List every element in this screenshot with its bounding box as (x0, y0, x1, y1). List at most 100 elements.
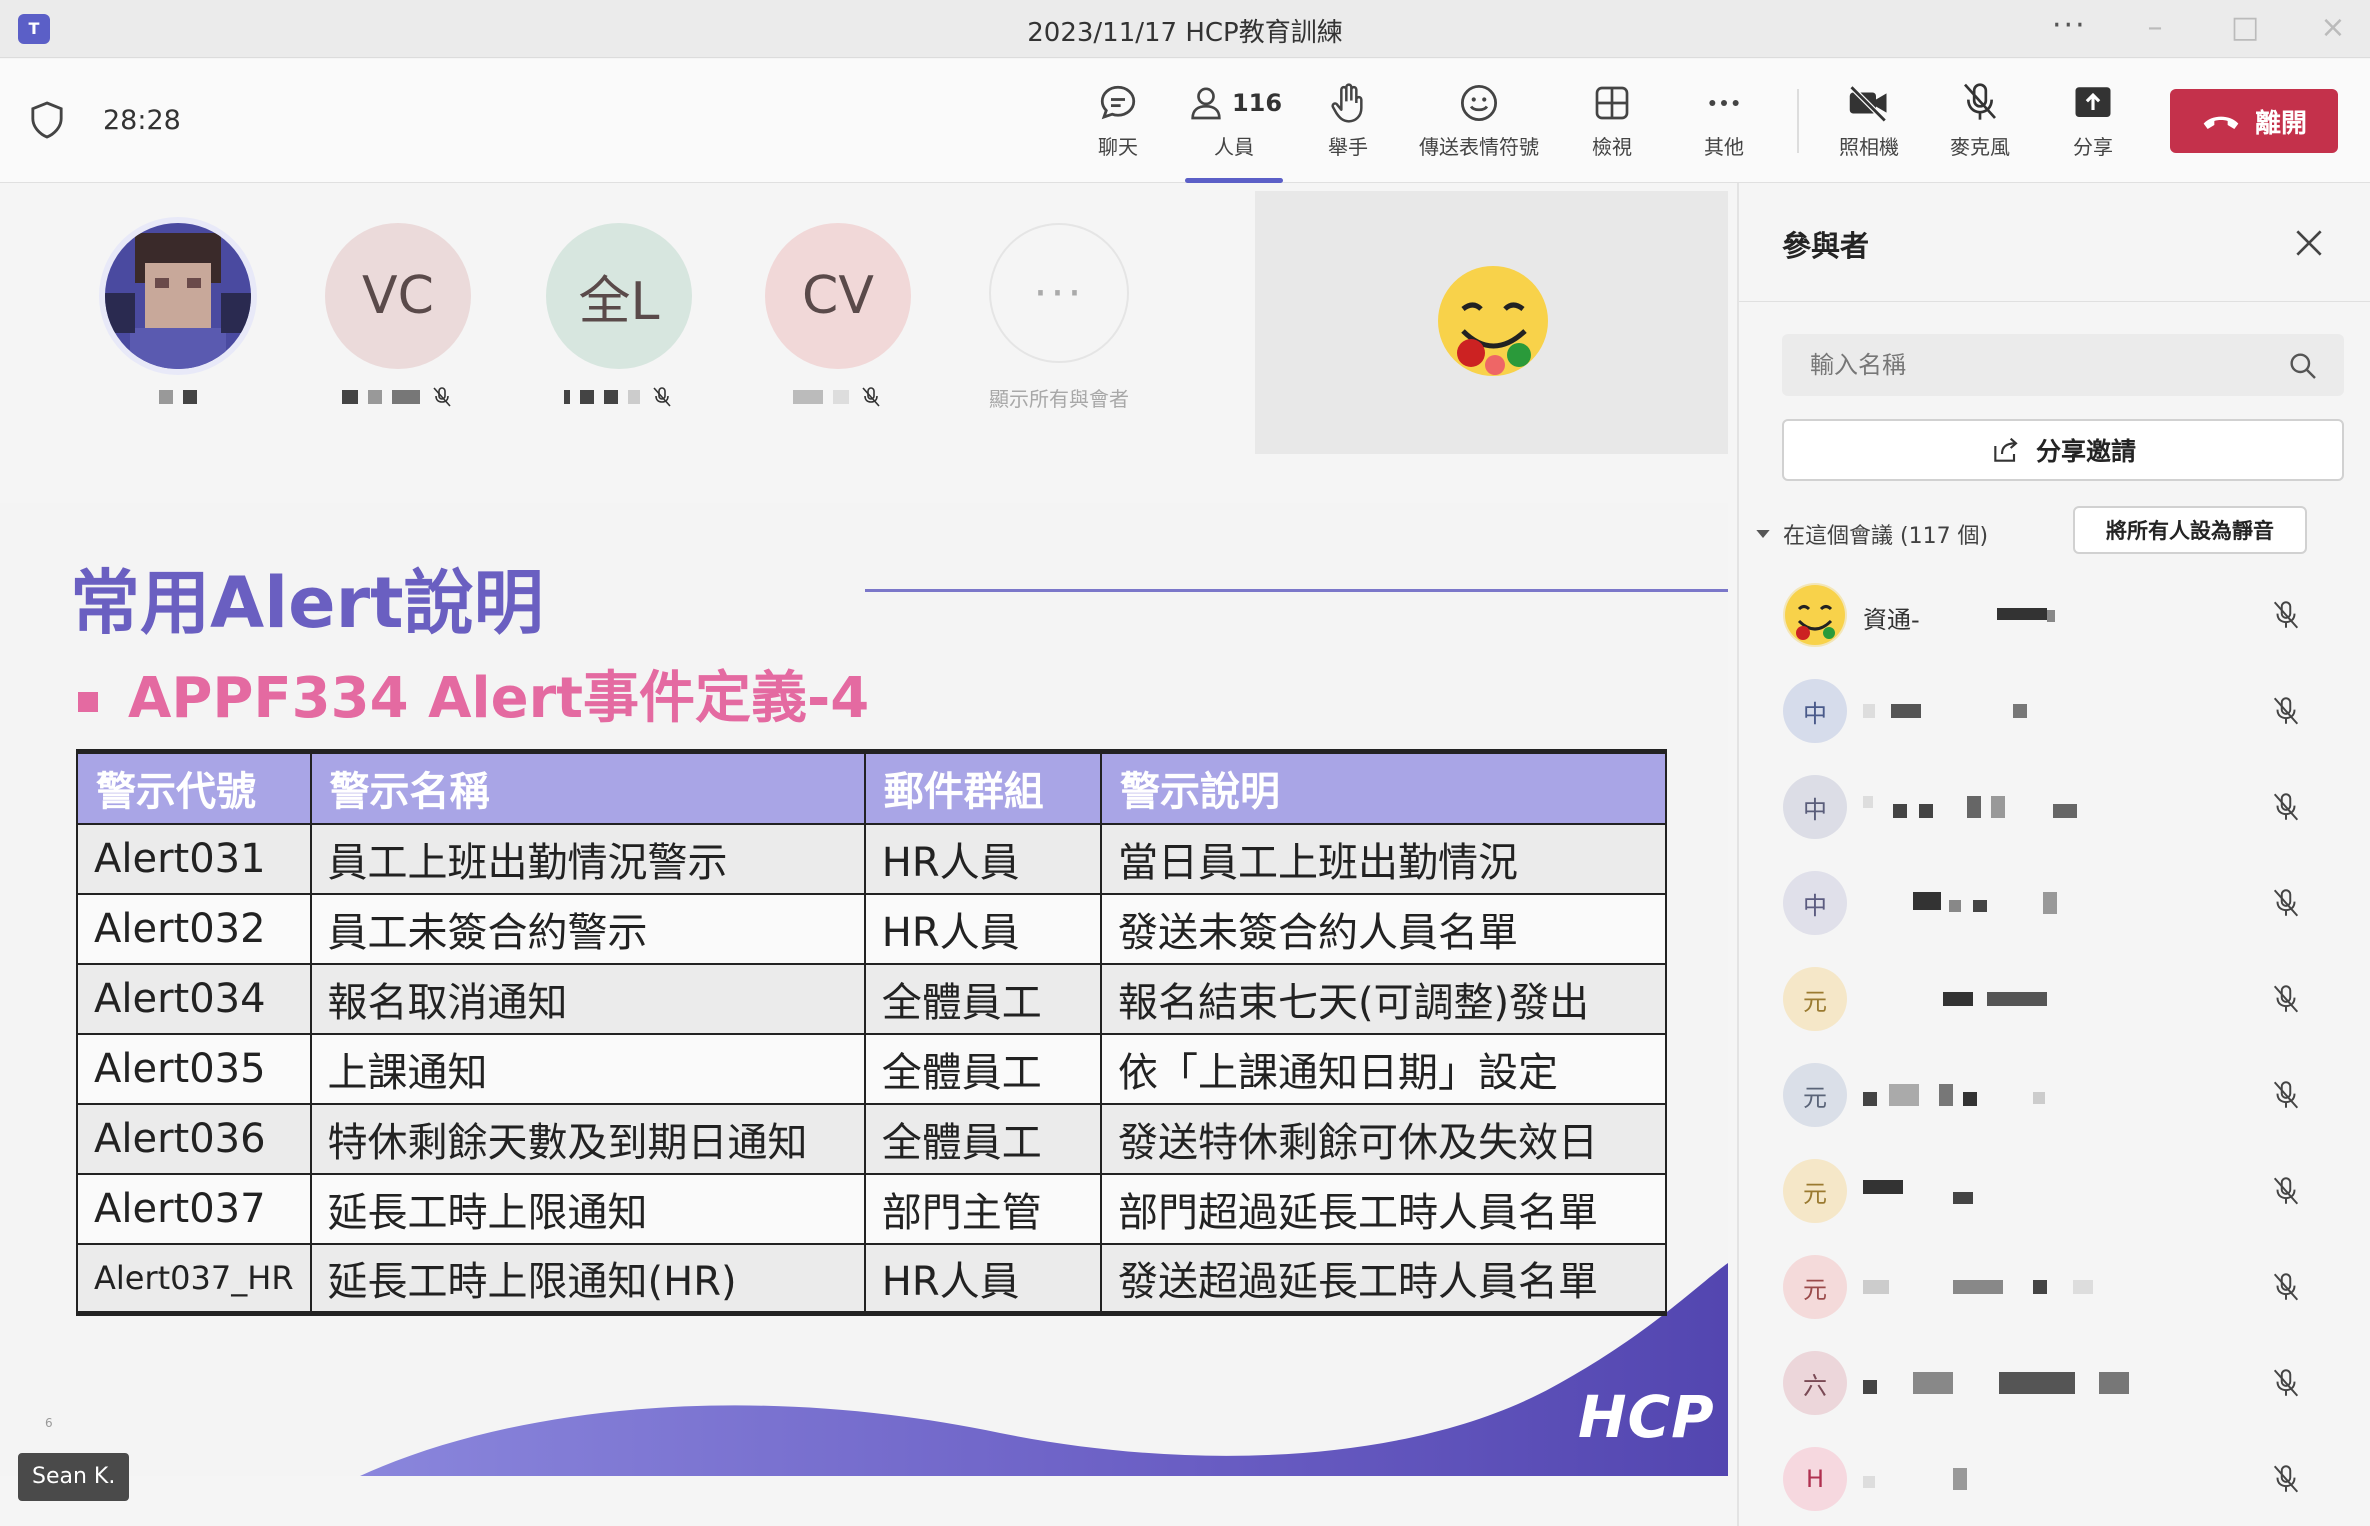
mic-off-icon (2273, 601, 2299, 629)
panel-title: 參與者 (1782, 229, 1870, 263)
mute-all-button[interactable]: 將所有人設為靜音 (2073, 506, 2307, 554)
more-actions-button[interactable]: 其他 (1694, 79, 1754, 171)
table-cell: HR人員 (863, 1242, 1102, 1316)
maximize-icon[interactable]: □ (2225, 10, 2265, 46)
hcp-logo: HCP (1578, 1383, 1715, 1451)
share-label: 分享 (2073, 135, 2113, 159)
table-cell: HR人員 (863, 822, 1102, 895)
masked-name (1863, 1372, 2163, 1394)
search-icon[interactable] (2287, 350, 2319, 382)
masked-name (1997, 604, 2297, 626)
list-item[interactable]: 元 (1739, 1142, 2370, 1238)
masked-participant-name (519, 387, 719, 407)
leave-button[interactable]: 離開 (2170, 89, 2338, 153)
masked-name (1863, 1276, 2163, 1298)
list-item[interactable]: 中 (1739, 854, 2370, 950)
share-screen-button[interactable]: 分享 (2058, 79, 2128, 171)
list-item[interactable]: 元 (1739, 950, 2370, 1046)
close-window-icon[interactable]: × (2313, 10, 2353, 46)
more-label: 其他 (1704, 135, 1744, 159)
mic-toggle-button[interactable]: 麥克風 (1945, 79, 2015, 171)
participant-initials: VC (362, 266, 434, 326)
in-meeting-label: 在這個會議 (117 個) (1783, 524, 1989, 549)
more-options-icon[interactable]: ··· (2052, 8, 2087, 43)
mic-off-icon (2273, 697, 2299, 725)
list-item[interactable]: 六 (1739, 1334, 2370, 1430)
view-button[interactable]: 檢視 (1582, 79, 1642, 171)
table-row: Alert032 員工未簽合約警示 HR人員 發送未簽合約人員名單 (76, 892, 1668, 965)
masked-name (1863, 1180, 2163, 1204)
masked-name (1863, 1468, 2163, 1490)
masked-name (1863, 1084, 2163, 1106)
table-cell: 全體員工 (863, 1102, 1102, 1175)
gallery-participant-2[interactable]: VC (298, 223, 498, 407)
participant-list: 資通- 中 中 中 元 元 元 元 六 H (1739, 566, 2370, 1526)
table-row: Alert036 特休剩餘天數及到期日通知 全體員工 發送特休剩餘可休及失效日 (76, 1102, 1668, 1175)
gallery-participant-1[interactable] (78, 223, 278, 407)
mic-off-icon (653, 387, 671, 407)
chat-label: 聊天 (1098, 135, 1138, 159)
table-cell: Alert036 (76, 1102, 312, 1175)
table-cell: Alert032 (76, 892, 312, 965)
in-meeting-section-toggle[interactable]: 在這個會議 (117 個) (1755, 518, 1988, 550)
mic-off-icon (2273, 1369, 2299, 1397)
shared-presentation-slide: 常用Alert說明 APPF334 Alert事件定義-4 警示代號 警示名稱 … (0, 503, 1728, 1476)
list-item[interactable]: H (1739, 1430, 2370, 1526)
table-cell: 部門主管 (863, 1172, 1102, 1245)
shield-icon[interactable] (30, 101, 64, 139)
people-button[interactable]: 116 人員 (1185, 79, 1283, 183)
mic-off-icon (2273, 889, 2299, 917)
list-item[interactable]: 中 (1739, 662, 2370, 758)
show-all-participants-button[interactable]: ··· 顯示所有與會者 (959, 223, 1159, 412)
gallery-participant-4[interactable]: CV (738, 223, 938, 407)
alert-definition-table: 警示代號 警示名稱 郵件群組 警示說明 Alert031 員工上班出勤情況警示 HR… (76, 749, 1668, 1316)
mic-off-icon (2273, 793, 2299, 821)
close-icon[interactable] (2289, 223, 2329, 263)
list-item[interactable]: 資通- (1739, 566, 2370, 662)
chat-icon (1100, 85, 1136, 120)
table-cell: 發送特休剩餘可休及失效日 (1099, 1102, 1668, 1175)
list-item[interactable]: 元 (1739, 1238, 2370, 1334)
masked-participant-name (738, 387, 938, 407)
slide-page-number: 6 (45, 1416, 53, 1430)
bullet-icon (78, 691, 98, 712)
camera-off-icon (1849, 85, 1887, 123)
table-cell: Alert034 (76, 962, 312, 1035)
raise-hand-label: 舉手 (1328, 135, 1368, 159)
share-invite-button[interactable]: 分享邀請 (1782, 419, 2344, 481)
gallery-participant-3[interactable]: 全L (519, 223, 719, 407)
participant-avatar: VC (325, 223, 471, 369)
minimize-icon[interactable]: – (2135, 10, 2175, 46)
chevron-down-icon (1756, 530, 1770, 538)
table-cell: 特休剩餘天數及到期日通知 (309, 1102, 866, 1175)
emoji-avatar-image (1785, 585, 1845, 645)
list-item[interactable]: 中 (1739, 758, 2370, 854)
participant-avatar: 元 (1783, 1255, 1847, 1319)
meeting-toolbar: 28:28 聊天 116 人員 舉手 傳送表情符號 檢視 其他 照相機 麥克風 … (0, 59, 2370, 183)
panel-divider (1739, 301, 2370, 302)
chat-button[interactable]: 聊天 (1088, 79, 1148, 171)
presenter-video-tile[interactable] (1255, 191, 1728, 454)
participant-avatar: 中 (1783, 871, 1847, 935)
participant-gallery: VC 全L CV ··· 顯示所有與會者 (0, 183, 1736, 503)
view-layout-icon (1595, 86, 1629, 120)
table-cell: 延長工時上限通知 (309, 1172, 866, 1245)
mic-off-icon (862, 387, 880, 407)
camera-toggle-button[interactable]: 照相機 (1832, 79, 1906, 171)
table-header-cell: 警示說明 (1099, 749, 1668, 825)
raise-hand-button[interactable]: 舉手 (1318, 79, 1378, 171)
meeting-timer: 28:28 (103, 105, 181, 136)
list-item[interactable]: 元 (1739, 1046, 2370, 1142)
people-label: 人員 (1214, 135, 1254, 159)
table-row: Alert034 報名取消通知 全體員工 報名結束七天(可調整)發出 (76, 962, 1668, 1035)
table-cell: Alert037 (76, 1172, 312, 1245)
people-count: 116 (1231, 89, 1283, 117)
participant-avatar: 元 (1783, 1159, 1847, 1223)
send-reaction-button[interactable]: 傳送表情符號 (1413, 79, 1545, 171)
table-header-cell: 郵件群組 (863, 749, 1102, 825)
participant-search-input[interactable] (1782, 334, 2344, 396)
share-screen-icon (2075, 87, 2111, 117)
more-participants-icon: ··· (989, 223, 1129, 363)
table-cell: 報名取消通知 (309, 962, 866, 1035)
participants-panel: 參與者 分享邀請 在這個會議 (117 個) 將所有人設為靜音 資通- (1737, 183, 2370, 1526)
